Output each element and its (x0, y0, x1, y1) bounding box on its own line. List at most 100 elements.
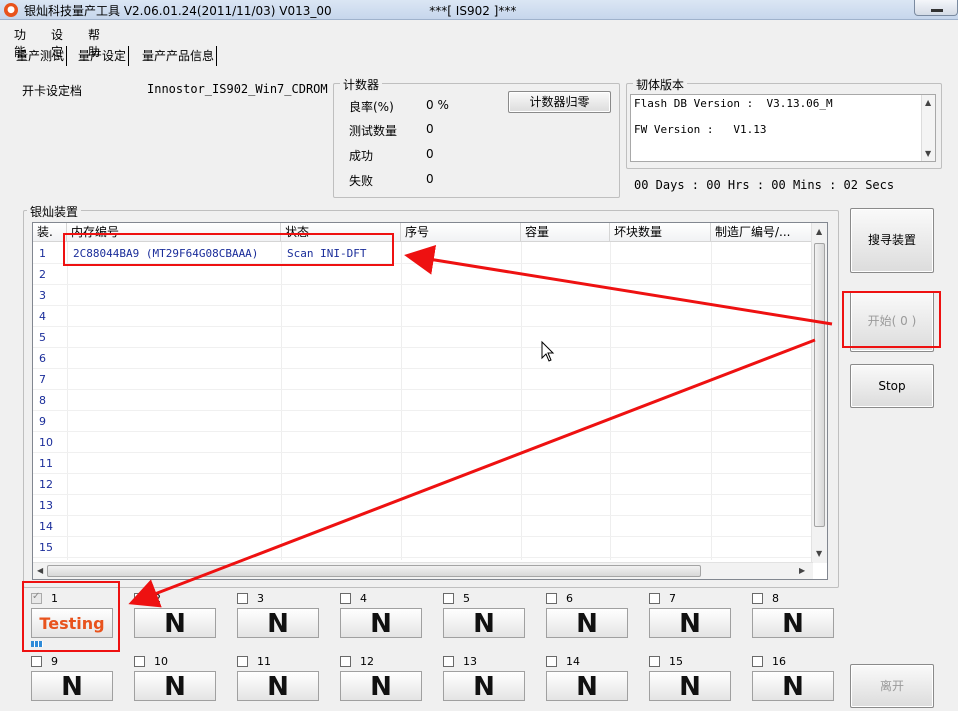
row-index: 11 (39, 457, 53, 470)
row-index: 2 (39, 268, 46, 281)
fw-version: FW Version : V1.13 (634, 123, 767, 136)
tab-mass-production-settings[interactable]: 量产设定 (76, 46, 130, 66)
row-index: 13 (39, 499, 53, 512)
table-row[interactable]: 5 (33, 327, 813, 348)
table-row[interactable]: 12 (33, 474, 813, 495)
table-vertical-scrollbar[interactable]: ▲ ▼ (811, 223, 827, 563)
port-status-tile[interactable]: N (340, 671, 422, 702)
port-status-tile[interactable]: N (752, 671, 834, 702)
port-4: 4N (340, 592, 430, 650)
highlight-device-row (63, 233, 394, 266)
port-12: 12 N (340, 655, 430, 711)
port-checkbox[interactable] (649, 656, 660, 667)
port-checkbox[interactable] (546, 656, 557, 667)
port-checkbox[interactable] (340, 593, 351, 604)
scroll-thumb[interactable] (814, 243, 825, 527)
port-status-tile[interactable]: N (31, 671, 113, 702)
port-status-tile[interactable]: N (237, 608, 319, 639)
exit-button[interactable]: 离开 (850, 664, 934, 708)
devices-legend: 银灿装置 (27, 203, 82, 220)
port-number: 3 (257, 592, 264, 605)
table-row[interactable]: 14 (33, 516, 813, 537)
scroll-right-icon[interactable]: ▶ (799, 566, 805, 575)
table-row[interactable]: 10 (33, 432, 813, 453)
firmware-scrollbar[interactable]: ▲ ▼ (921, 95, 935, 161)
table-row[interactable]: 4 (33, 306, 813, 327)
port-checkbox[interactable] (134, 593, 145, 604)
port-number: 14 (566, 655, 580, 668)
port-number: 10 (154, 655, 168, 668)
port-checkbox[interactable] (546, 593, 557, 604)
port-checkbox[interactable] (237, 656, 248, 667)
tab-mass-production-test[interactable]: 量产测试 (14, 46, 68, 66)
success-label: 成功 (349, 149, 374, 163)
port-checkbox[interactable] (752, 593, 763, 604)
port-5: 5N (443, 592, 533, 650)
table-row[interactable]: 11 (33, 453, 813, 474)
flash-db-version: Flash DB Version : V3.13.06_M (634, 97, 833, 110)
port-status-tile[interactable]: N (752, 608, 834, 639)
port-checkbox[interactable] (340, 656, 351, 667)
device-table: 装. 内存编号 状态 序号 容量 坏块数量 制造厂编号/... 1 2C88044… (32, 222, 828, 580)
fail-label: 失败 (349, 174, 374, 188)
yield-value: 0 % (426, 98, 449, 112)
row-index: 1 (39, 247, 46, 260)
port-status-tile[interactable]: N (649, 671, 731, 702)
row-index: 14 (39, 520, 53, 533)
port-status-tile[interactable]: N (340, 608, 422, 639)
table-row[interactable]: 9 (33, 411, 813, 432)
port-status-tile[interactable]: N (237, 671, 319, 702)
table-row[interactable]: 15 (33, 537, 813, 558)
scroll-down-icon[interactable]: ▼ (816, 549, 822, 558)
row-index: 5 (39, 331, 46, 344)
port-status-tile[interactable]: N (134, 671, 216, 702)
port-status-tile[interactable]: N (443, 608, 525, 639)
table-row[interactable]: 3 (33, 285, 813, 306)
counter-legend: 计数器 (340, 76, 383, 93)
port-status-tile[interactable]: N (546, 608, 628, 639)
port-status-tile[interactable]: N (443, 671, 525, 702)
minimize-icon (931, 9, 943, 12)
scroll-thumb[interactable] (47, 565, 701, 577)
port-number: 12 (360, 655, 374, 668)
reset-counter-button[interactable]: 计数器归零 (508, 91, 611, 113)
col-serial[interactable]: 序号 (401, 223, 521, 242)
port-checkbox[interactable] (134, 656, 145, 667)
port-2: 2N (134, 592, 224, 650)
port-number: 7 (669, 592, 676, 605)
table-row[interactable]: 13 (33, 495, 813, 516)
table-row[interactable]: 2 (33, 264, 813, 285)
port-checkbox[interactable] (237, 593, 248, 604)
port-3: 3N (237, 592, 327, 650)
tab-product-info[interactable]: 量产产品信息 (140, 46, 218, 66)
port-number: 9 (51, 655, 58, 668)
col-manufacturer[interactable]: 制造厂编号/... (711, 223, 813, 242)
stop-button[interactable]: Stop (850, 364, 934, 408)
col-bad-blocks[interactable]: 坏块数量 (610, 223, 711, 242)
port-checkbox[interactable] (443, 593, 454, 604)
port-status-tile[interactable]: N (649, 608, 731, 639)
table-row[interactable]: 8 (33, 390, 813, 411)
config-value: Innostor_IS902_Win7_CDROM (147, 82, 328, 96)
port-checkbox[interactable] (752, 656, 763, 667)
scroll-up-icon: ▲ (925, 98, 932, 107)
col-capacity[interactable]: 容量 (521, 223, 610, 242)
port-6: 6N (546, 592, 636, 650)
port-number: 5 (463, 592, 470, 605)
port-15: 15 N (649, 655, 739, 711)
port-status-tile[interactable]: N (546, 671, 628, 702)
table-horizontal-scrollbar[interactable]: ◀ ▶ (33, 562, 813, 579)
port-checkbox[interactable] (649, 593, 660, 604)
search-device-button[interactable]: 搜寻装置 (850, 208, 934, 273)
port-checkbox[interactable] (31, 656, 42, 667)
minimize-button[interactable] (914, 0, 958, 16)
row-index: 15 (39, 541, 53, 554)
col-device[interactable]: 装. (33, 223, 67, 242)
table-row[interactable]: 7 (33, 369, 813, 390)
port-status-tile[interactable]: N (134, 608, 216, 639)
port-checkbox[interactable] (443, 656, 454, 667)
scroll-up-icon[interactable]: ▲ (816, 227, 822, 236)
table-row[interactable]: 6 (33, 348, 813, 369)
window-title: 银灿科技量产工具 V2.06.01.24(2011/11/03) V013_00… (24, 2, 516, 19)
scroll-left-icon[interactable]: ◀ (37, 566, 43, 575)
